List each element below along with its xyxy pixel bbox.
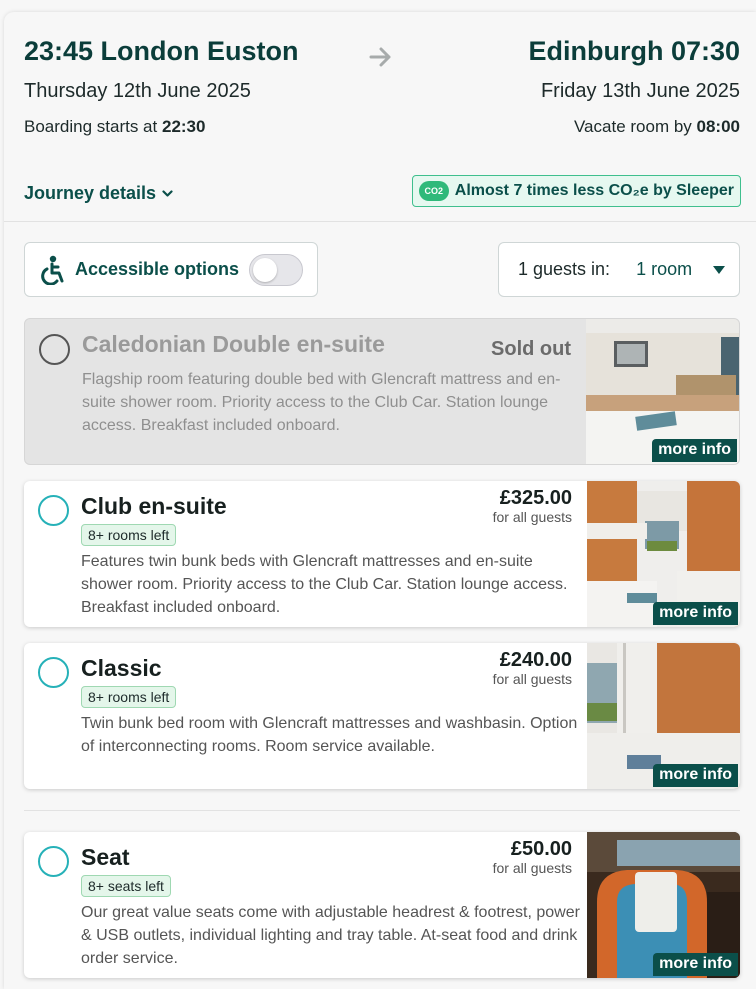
room-price: £325.00 [499, 487, 572, 509]
room-price: £240.00 [499, 649, 572, 671]
co2-badge: CO2 Almost 7 times less CO₂e by Sleeper [411, 175, 741, 207]
departure-heading: 23:45 London Euston [24, 36, 299, 66]
room-radio[interactable] [38, 846, 69, 877]
availability-badge: 8+ rooms left [81, 524, 177, 546]
vacate-info: Vacate room by 08:00 [574, 117, 740, 137]
room-card-classic[interactable]: Classic 8+ rooms left £240.00 for all gu… [24, 643, 740, 789]
room-title: Caledonian Double en-suite [82, 331, 385, 357]
room-description: Our great value seats come with adjustab… [81, 904, 580, 967]
price-note: for all guests [492, 509, 572, 525]
sold-out-label: Sold out [491, 338, 571, 360]
more-info-button[interactable]: more info [653, 953, 738, 976]
room-description: Features twin bunk beds with Glencraft m… [81, 553, 568, 616]
room-photo: more info [587, 832, 740, 978]
more-info-button[interactable]: more info [653, 764, 738, 787]
journey-details-link[interactable]: Journey details [24, 183, 173, 204]
more-info-button[interactable]: more info [652, 439, 737, 462]
room-photo: more info [587, 643, 740, 789]
guests-room-selector[interactable]: 1 guests in: 1 room [498, 242, 740, 297]
arrival-date: Friday 13th June 2025 [540, 80, 740, 102]
room-card-caledonian-double: Caledonian Double en-suite Sold out Flag… [24, 318, 740, 465]
vacate-prefix: Vacate room by [573, 117, 692, 136]
header-divider [4, 221, 756, 222]
more-info-button[interactable]: more info [653, 602, 738, 625]
journey-details-label: Journey details [24, 183, 157, 203]
room-card-seat[interactable]: Seat 8+ seats left £50.00 for all guests… [24, 832, 740, 978]
room-price: £50.00 [510, 838, 572, 860]
room-title: Classic [81, 655, 162, 681]
accessible-options-label: Accessible options [75, 259, 240, 279]
room-description: Flagship room featuring double bed with … [82, 371, 561, 434]
room-card-club-en-suite[interactable]: Club en-suite 8+ rooms left £325.00 for … [24, 481, 740, 627]
toggle-knob [253, 257, 277, 282]
boarding-info: Boarding starts at 22:30 [24, 117, 205, 137]
room-title: Club en-suite [81, 493, 227, 519]
availability-badge: 8+ rooms left [81, 686, 177, 708]
room-radio [39, 334, 70, 365]
room-radio[interactable] [38, 657, 69, 688]
accessible-toggle-switch[interactable] [249, 253, 303, 286]
vacate-time: 08:00 [696, 117, 740, 136]
rooms-value: 1 room [636, 259, 693, 279]
wheelchair-icon [41, 255, 64, 285]
price-note: for all guests [492, 671, 572, 687]
room-title: Seat [81, 844, 130, 870]
guests-label: 1 guests in: [518, 259, 611, 279]
room-description: Twin bunk bed room with Glencraft mattre… [81, 715, 578, 755]
boarding-prefix: Boarding starts at [24, 117, 158, 136]
co2-text: Almost 7 times less CO₂e by Sleeper [454, 182, 734, 199]
caret-down-icon [713, 265, 725, 274]
availability-badge: 8+ seats left [81, 875, 171, 897]
arrival-heading: Edinburgh 07:30 [528, 36, 740, 66]
departure-date: Thursday 12th June 2025 [24, 80, 251, 102]
chevron-down-icon [162, 189, 173, 197]
co2-cloud-icon: CO2 [418, 181, 449, 201]
room-photo: more info [587, 481, 740, 627]
section-divider [24, 810, 740, 811]
boarding-time: 22:30 [161, 117, 206, 136]
room-radio[interactable] [38, 495, 69, 526]
price-note: for all guests [492, 860, 572, 876]
accessible-options-toggle[interactable]: Accessible options [24, 242, 318, 297]
arrow-right-icon [369, 47, 391, 67]
room-photo: more info [586, 319, 739, 464]
